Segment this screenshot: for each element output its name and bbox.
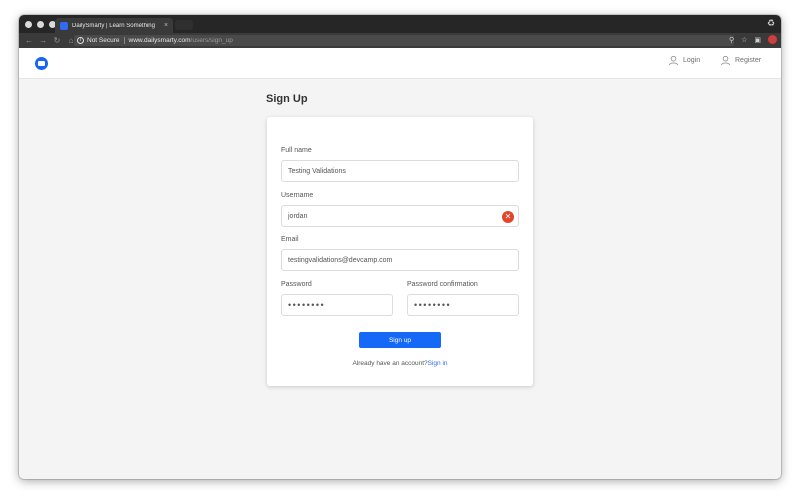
url-path: /users/sign_up (190, 37, 233, 44)
email-label: Email (281, 236, 299, 243)
fullname-value: Testing Validations (288, 167, 346, 175)
signup-button[interactable]: Sign up (359, 332, 441, 348)
signup-form-card: Full name Testing Validations Username j… (267, 117, 533, 386)
address-bar[interactable]: i Not Secure www.dailysmarty.com /users/… (74, 35, 734, 46)
extension-icon[interactable] (768, 35, 777, 44)
password-confirmation-value: •••••••• (414, 300, 452, 310)
user-icon (668, 55, 679, 66)
logo-mark (38, 61, 45, 66)
add-user-icon (720, 55, 731, 66)
error-icon: ✕ (502, 211, 514, 223)
back-arrow-icon[interactable]: ← (25, 36, 33, 45)
not-secure-label: Not Secure (87, 37, 120, 44)
password-confirmation-label: Password confirmation (407, 281, 478, 288)
tab-title: DailySmarty | Learn Something (72, 22, 155, 29)
minimize-window-button[interactable] (37, 20, 44, 28)
password-confirmation-input[interactable]: •••••••• (407, 294, 519, 316)
favicon-icon (60, 21, 68, 30)
username-label: Username (281, 192, 314, 199)
info-icon[interactable]: i (77, 37, 84, 44)
window-controls (25, 20, 56, 28)
signin-prompt-text: Already have an account? (352, 360, 428, 367)
forward-arrow-icon[interactable]: → (39, 36, 47, 45)
dailysmarty-logo-icon[interactable] (35, 57, 48, 70)
login-link[interactable]: Login (668, 55, 700, 66)
tab-bar: DailySmarty | Learn Something × ♻ (19, 15, 781, 33)
key-icon[interactable]: ⚲ (729, 36, 734, 44)
bookmark-star-icon[interactable]: ☆ (741, 36, 747, 44)
signin-prompt: Already have an account?Sign in (267, 360, 533, 367)
address-divider (123, 37, 125, 44)
password-label: Password (281, 281, 312, 288)
login-label: Login (683, 57, 701, 64)
close-window-button[interactable] (25, 20, 32, 28)
page-title: Sign Up (266, 93, 308, 105)
fullname-label: Full name (281, 147, 312, 154)
username-value: jordan (288, 212, 308, 220)
browser-toolbar: ← → ↻ ⌂ i Not Secure www.dailysmarty.com… (19, 33, 781, 48)
password-value: •••••••• (288, 300, 326, 310)
site-header: Login Register (19, 48, 781, 79)
incognito-profile-icon[interactable]: ♻ (767, 18, 775, 29)
fullname-input[interactable]: Testing Validations (281, 160, 519, 182)
reload-icon[interactable]: ↻ (53, 36, 61, 45)
email-input[interactable]: testingvalidations@devcamp.com (281, 249, 519, 271)
browser-tab[interactable]: DailySmarty | Learn Something × (55, 18, 173, 33)
cast-icon[interactable]: ▣ (754, 36, 761, 44)
register-link[interactable]: Register (720, 55, 761, 66)
register-label: Register (735, 57, 762, 64)
tab-close-icon[interactable]: × (164, 22, 168, 29)
browser-window: DailySmarty | Learn Something × ♻ ← → ↻ … (19, 15, 781, 479)
toolbar-actions: ⚲ ☆ ▣ (729, 35, 777, 44)
url-host: www.dailysmarty.com (128, 37, 191, 44)
email-value: testingvalidations@devcamp.com (288, 256, 393, 264)
username-input[interactable]: jordan ✕ (281, 205, 519, 227)
signin-link[interactable]: Sign in (428, 360, 448, 367)
password-input[interactable]: •••••••• (281, 294, 393, 316)
new-tab-button[interactable] (175, 20, 193, 30)
